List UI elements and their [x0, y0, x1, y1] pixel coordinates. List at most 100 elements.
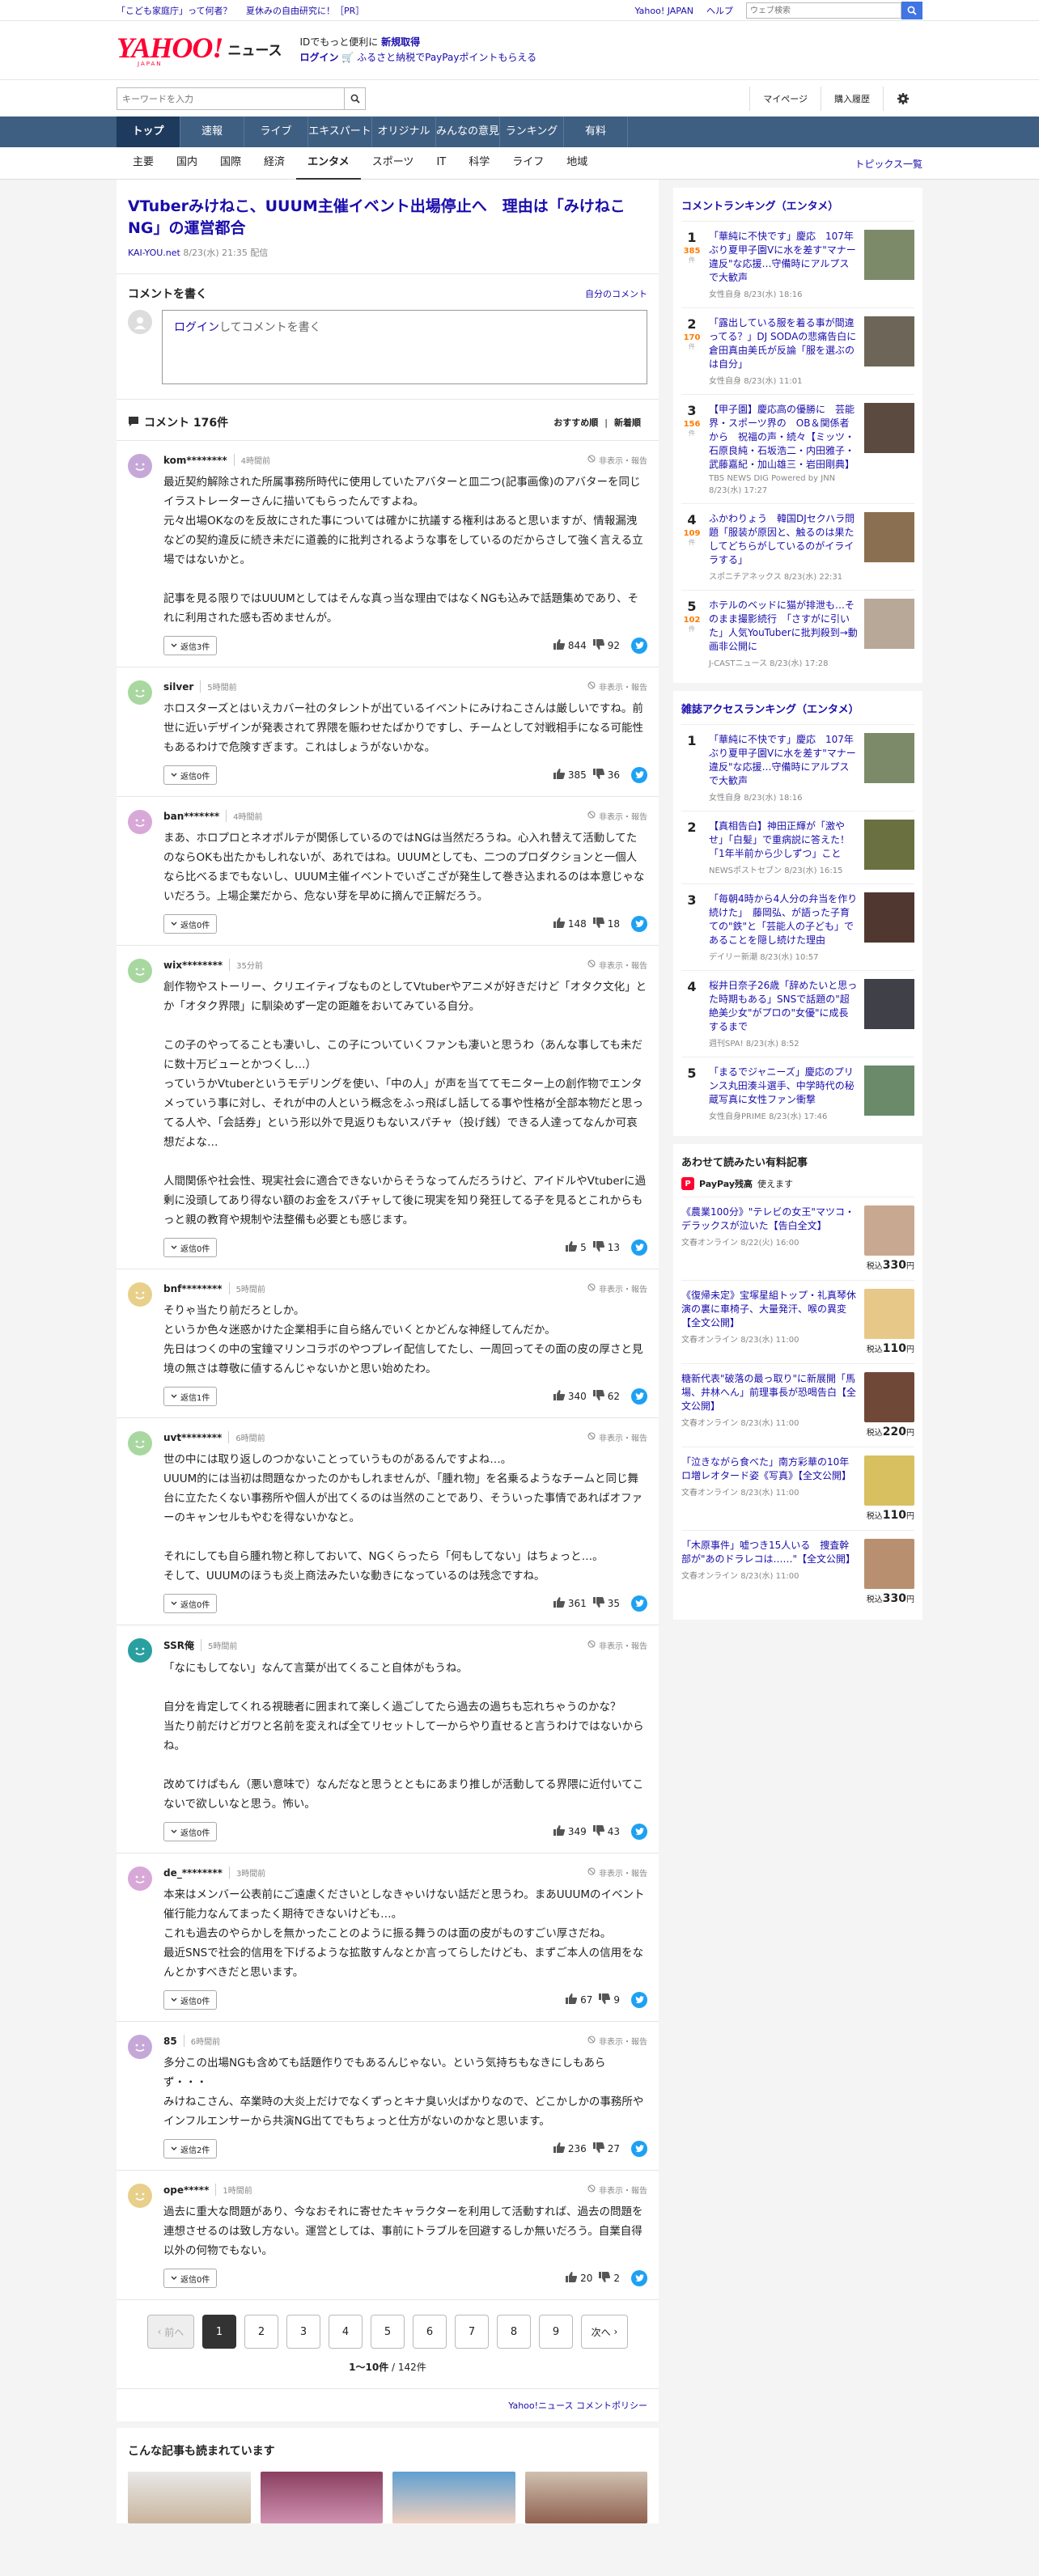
gnav-item[interactable]: みんなの意見	[436, 117, 500, 147]
twitter-icon[interactable]	[631, 1239, 647, 1256]
comment-username[interactable]: ope*****	[163, 2184, 209, 2196]
empathy-button[interactable]: 361	[553, 1597, 587, 1610]
rank-thumbnail[interactable]	[864, 230, 914, 280]
access-ranking-item[interactable]: 2 【真相告白】神田正輝が「激やせ」「白髪」で重病説に答えた！「1年半前から少しず…	[681, 811, 914, 883]
user-avatar[interactable]	[128, 810, 152, 834]
comment-policy-link[interactable]: Yahoo!ニュース コメントポリシー	[508, 2400, 647, 2411]
paid-title[interactable]: 《復帰未定》宝塚星組トップ・礼真琴休演の裏に車椅子、大量発汗、喉の異変【全文公開…	[681, 1289, 858, 1330]
user-avatar[interactable]	[128, 2035, 152, 2059]
rank-title[interactable]: 「華純に不快です」慶応 107年ぶり夏甲子園Vに水を差す"マナー違反"な応援…守…	[709, 230, 858, 285]
gnav-item[interactable]: オリジナル	[372, 117, 436, 147]
hide-report-link[interactable]: 非表示・報告	[587, 1431, 647, 1443]
rank-thumbnail[interactable]	[864, 820, 914, 870]
page-button[interactable]: 8	[497, 2315, 531, 2349]
twitter-icon[interactable]	[631, 916, 647, 932]
paid-article-item[interactable]: 糖新代表"破落の最っ取り"に新展開「馬場、井林へん」前理事長が恐喝告白【全文公開…	[681, 1363, 914, 1447]
rank-thumbnail[interactable]	[864, 733, 914, 783]
rank-thumbnail[interactable]	[864, 892, 914, 943]
twitter-icon[interactable]	[631, 2270, 647, 2286]
ranking-item[interactable]: 4 109 件 ふかわりょう 韓国DJセクハラ問題「服装が原因と、触るのは果たしてどち…	[681, 503, 914, 590]
comment-username[interactable]: kom********	[163, 455, 227, 466]
furusato-link[interactable]: ふるさと納税でPayPayポイントもらえる	[357, 52, 536, 63]
paid-thumbnail[interactable]	[864, 1455, 914, 1506]
paid-title[interactable]: 「泣きながら食べた」南方彩華の10年ロ増レオタード姿《写真》【全文公開】	[681, 1455, 858, 1483]
hide-report-link[interactable]: 非表示・報告	[587, 1639, 647, 1651]
article-title[interactable]: VTuberみけねこ、UUUM主催イベント出場停止へ 理由は「みけねこNG」の運…	[128, 196, 647, 239]
paid-thumbnail[interactable]	[864, 1372, 914, 1422]
history-link[interactable]: 購入履歴	[821, 87, 883, 111]
rank-title[interactable]: 「露出している服を着る事が間違ってる？」DJ SODAの悲痛告白に倉田真由美氏が…	[709, 316, 858, 371]
page-button[interactable]: 5	[371, 2315, 405, 2349]
next-page-button[interactable]: 次へ ›	[581, 2315, 628, 2349]
paid-article-item[interactable]: 《農業100分》"テレビの女王"マツコ・デラックスが泣いた【告白全文】 文春オンラ…	[681, 1197, 914, 1280]
rank-title[interactable]: 【甲子園】慶応高の優勝に 芸能界・スポーツ界の OB＆関係者から 祝福の声・続々…	[709, 403, 858, 472]
gnav-item[interactable]: ライブ	[244, 117, 308, 147]
rank-title[interactable]: ホテルのベッドに猫が排泄も…そのまま撮影続行 「さすがに引いた」人気YouTub…	[709, 599, 858, 654]
rank-title[interactable]: 【真相告白】神田正輝が「激やせ」「白髪」で重病説に答えた！「1年半前から少しずつ…	[709, 820, 858, 861]
category-tab[interactable]: スポーツ	[361, 147, 426, 180]
gear-icon[interactable]	[883, 87, 922, 111]
user-avatar[interactable]	[128, 680, 152, 705]
promo-link-1[interactable]: 「こども家庭庁」って何者？	[117, 6, 231, 16]
hide-report-link[interactable]: 非表示・報告	[587, 2035, 647, 2047]
comment-input-box[interactable]: ログインしてコメントを書く	[162, 310, 647, 384]
rank-title[interactable]: 「毎朝4時から4人分の弁当を作り続けた」 藤岡弘、が語った子育ての"鉄"と「芸能…	[709, 892, 858, 947]
gnav-item[interactable]: ランキング	[500, 117, 564, 147]
hide-report-link[interactable]: 非表示・報告	[587, 2184, 647, 2196]
search-icon[interactable]	[901, 2, 922, 19]
comment-username[interactable]: bnf********	[163, 1283, 223, 1294]
sort-new[interactable]: 新着順	[608, 417, 647, 428]
reply-button[interactable]: 返信3件	[163, 636, 218, 655]
topics-list-link[interactable]: トピックス一覧	[855, 157, 922, 171]
comment-username[interactable]: wix********	[163, 960, 223, 971]
comment-username[interactable]: ban*******	[163, 811, 219, 822]
paid-thumbnail[interactable]	[864, 1289, 914, 1339]
page-button[interactable]: 6	[413, 2315, 447, 2349]
reply-button[interactable]: 返信0件	[163, 1238, 218, 1257]
gnav-item[interactable]: 速報	[180, 117, 244, 147]
category-tab[interactable]: 地域	[555, 147, 599, 180]
hide-report-link[interactable]: 非表示・報告	[587, 680, 647, 693]
access-ranking-item[interactable]: 4 桜井日奈子26歳「辞めたいと思った時期もある」SNSで話題の"超絶美少女"がプ…	[681, 970, 914, 1057]
page-button[interactable]: 2	[244, 2315, 278, 2349]
related-thumb-2[interactable]	[260, 2472, 383, 2523]
category-tab[interactable]: 国際	[209, 147, 252, 180]
disagree-button[interactable]: 43	[592, 1825, 620, 1838]
empathy-button[interactable]: 20	[566, 2272, 592, 2285]
twitter-icon[interactable]	[631, 1824, 647, 1840]
twitter-icon[interactable]	[631, 1992, 647, 2008]
empathy-button[interactable]: 340	[553, 1390, 587, 1403]
category-tab[interactable]: 科学	[457, 147, 501, 180]
my-comments-link[interactable]: 自分のコメント	[585, 287, 647, 300]
disagree-button[interactable]: 35	[592, 1597, 620, 1610]
ranking-item[interactable]: 1 385 件 「華純に不快です」慶応 107年ぶり夏甲子園Vに水を差す"マナー違反"…	[681, 221, 914, 307]
disagree-button[interactable]: 36	[592, 769, 620, 782]
rank-title[interactable]: 桜井日奈子26歳「辞めたいと思った時期もある」SNSで話題の"超絶美少女"がプロ…	[709, 979, 858, 1034]
reply-button[interactable]: 返信0件	[163, 914, 218, 934]
mypage-link[interactable]: マイページ	[749, 87, 821, 111]
page-button[interactable]: 1	[202, 2315, 236, 2349]
related-thumb-4[interactable]	[524, 2472, 647, 2523]
paid-thumbnail[interactable]	[864, 1205, 914, 1256]
rank-thumbnail[interactable]	[864, 979, 914, 1029]
reply-button[interactable]: 返信2件	[163, 2139, 218, 2159]
gnav-item[interactable]: エキスパート	[308, 117, 372, 147]
register-link[interactable]: 新規取得	[381, 36, 420, 48]
disagree-button[interactable]: 62	[592, 1390, 620, 1403]
category-tab[interactable]: ライフ	[501, 147, 555, 180]
keyword-input[interactable]	[117, 88, 344, 109]
paid-article-item[interactable]: 《復帰未定》宝塚星組トップ・礼真琴休演の裏に車椅子、大量発汗、喉の異変【全文公開…	[681, 1280, 914, 1363]
hide-report-link[interactable]: 非表示・報告	[587, 810, 647, 822]
rank-thumbnail[interactable]	[864, 403, 914, 453]
rank-title[interactable]: 「まるでジャニーズ」慶応のプリンス丸田湊斗選手、中学時代の秘蔵写真に女性ファン衝…	[709, 1066, 858, 1107]
disagree-button[interactable]: 92	[592, 639, 620, 652]
user-avatar[interactable]	[128, 2184, 152, 2208]
twitter-icon[interactable]	[631, 1388, 647, 1405]
category-tab[interactable]: IT	[425, 147, 457, 180]
help-link[interactable]: ヘルプ	[706, 4, 733, 17]
gnav-item[interactable]: 有料	[564, 117, 628, 147]
user-avatar[interactable]	[128, 1638, 152, 1663]
hide-report-link[interactable]: 非表示・報告	[587, 1866, 647, 1879]
paid-title[interactable]: 《農業100分》"テレビの女王"マツコ・デラックスが泣いた【告白全文】	[681, 1205, 858, 1233]
twitter-icon[interactable]	[631, 2141, 647, 2157]
